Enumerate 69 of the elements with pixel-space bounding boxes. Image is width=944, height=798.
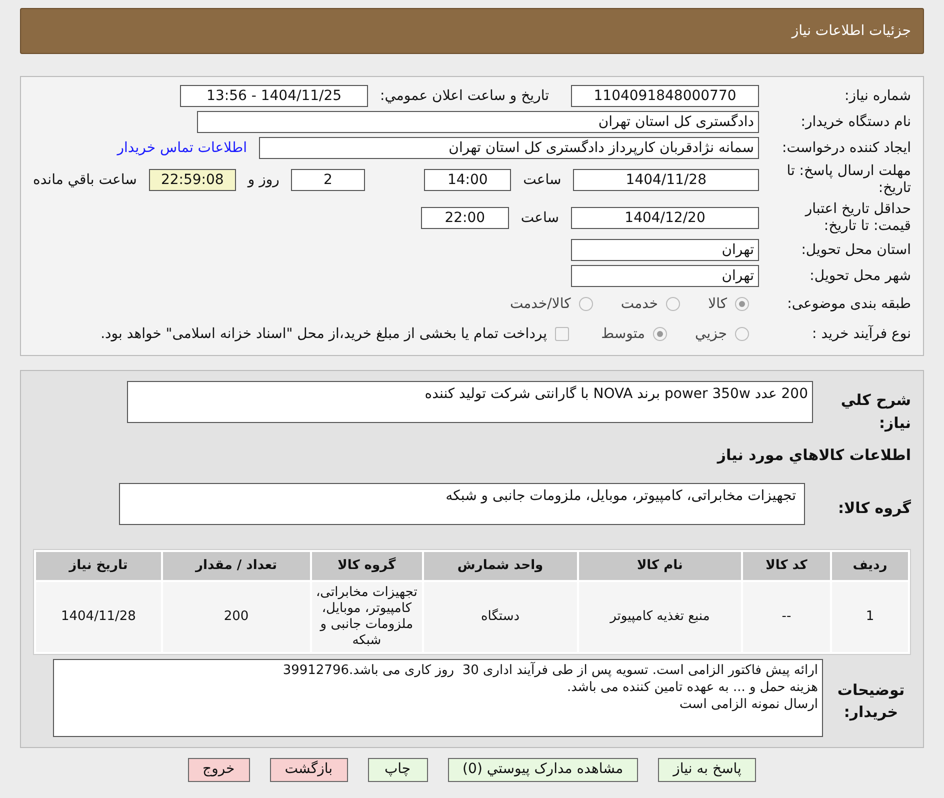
note-line: هزینه حمل و ... به عهده تامین کننده می باشد. [566, 678, 818, 696]
text-area[interactable]: ارائه پیش فاکتور الزامی است. تسویه پس از طی فرآیند اداری 30 روز کاری می باشد.39912796 هزینه حمل و ... به عهده تامین کننده می باشد. ارسال نمونه الزامی است [53, 658, 823, 736]
table-cell: 1404/11/28 [36, 582, 161, 652]
table-cell: تجهیزات مخابراتی، کامپیوتر، موبایل، ملزومات جانبی و شبکه [312, 582, 422, 652]
field-label: شماره نیاز: [844, 88, 911, 104]
field-label: پرداخت تمام یا بخشی از مبلغ خرید،از محل "اسناد خزانه اسلامی" خواهد بود. [100, 324, 548, 344]
column-header: تعداد / مقدار [162, 552, 310, 580]
column-header: رديف [832, 552, 908, 580]
field-label: تاریخ و ساعت اعلان عمومي: [380, 86, 549, 106]
field-label: گروه کالا: [837, 498, 911, 519]
field-label: نام دستگاه خريدار: [800, 114, 911, 130]
text-field[interactable]: تهران [571, 239, 759, 261]
action-button[interactable]: مشاهده مدارک پيوستي (0) [448, 758, 638, 782]
header-bar: جزئیات اطلاعات نیاز [20, 8, 924, 54]
table-cell: دستگاه [424, 582, 577, 652]
text-field[interactable]: 14:00 [424, 169, 512, 191]
table-cell: -- [743, 582, 830, 652]
note-line: ارسال نمونه الزامی است [678, 696, 818, 712]
action-button[interactable]: پاسخ به نياز [658, 758, 756, 782]
text-field[interactable]: 1404/12/20 [571, 207, 759, 229]
field-label: شهر محل تحويل: [808, 268, 911, 284]
checkbox[interactable] [555, 327, 570, 341]
table-cell: منبع تغذیه کامپیوتر [578, 582, 742, 652]
column-header: گروه کالا [312, 552, 422, 580]
field-label: ساعت باقي مانده [33, 170, 137, 190]
field-label: طبقه بندی موضوعی: [786, 296, 911, 312]
field-label: استان محل تحويل: [800, 242, 911, 258]
text-area[interactable]: 200 عدد power 350w برند NOVA با گارانتی شرکت تولید کننده [127, 381, 813, 423]
contact-link[interactable]: اطلاعات تماس خريدار [117, 138, 247, 158]
note-line: ارائه پیش فاکتور الزامی است. تسویه پس از طی فرآیند اداری 30 روز کاری می باشد.39912796 [282, 662, 818, 678]
table-cell: 200 [162, 582, 310, 652]
field-label: روز و [248, 170, 280, 190]
field-label: کالا [708, 294, 727, 314]
text-field[interactable]: 1404/11/28 [573, 169, 759, 191]
text-field[interactable]: 22:59:08 [148, 169, 236, 191]
text-field[interactable]: تهران [571, 265, 759, 287]
text-field[interactable]: 1404/11/25 - 13:56 [180, 85, 368, 107]
table-cell: 1 [832, 582, 908, 652]
text-field[interactable]: سمانه نژادقربان کارپرداز دادگستری کل استان تهران [259, 137, 759, 159]
field-label: ساعت [520, 208, 559, 228]
field-label: ايجاد کننده درخواست: [781, 140, 911, 156]
field-label: متوسط [601, 324, 646, 344]
radio-button[interactable] [666, 297, 680, 311]
section-title: اطلاعات کالاهاي مورد نياز [716, 445, 911, 466]
text-field[interactable]: 22:00 [420, 207, 509, 229]
field-label: توضيحات خريدار: [836, 680, 906, 723]
column-header: تاريخ نياز [36, 552, 161, 580]
action-button[interactable]: خروج [188, 758, 250, 782]
column-header: واحد شمارش [424, 552, 577, 580]
field-label: شرح کلي نياز: [840, 390, 911, 434]
field-label: کالا/خدمت [510, 294, 571, 314]
text-field[interactable]: دادگستری کل استان تهران [197, 111, 759, 133]
field-label: ساعت [523, 170, 562, 190]
radio-button[interactable] [578, 297, 593, 311]
column-header: کد کالا [743, 552, 830, 580]
field-label: جزيي [695, 324, 727, 344]
action-button[interactable]: چاپ [368, 758, 428, 782]
field-label: حداقل تاريخ اعتبار قيمت: تا تاريخ: [804, 201, 911, 235]
text-field[interactable]: 1104091848000770 [571, 85, 759, 107]
field-label: خدمت [620, 294, 658, 314]
text-area[interactable]: تجهیزات مخابراتی، کامپیوتر، موبایل، ملزومات جانبی و شبکه [119, 482, 805, 524]
text-field[interactable]: 2 [291, 169, 365, 191]
column-header: نام کالا [578, 552, 742, 580]
radio-button[interactable] [735, 327, 749, 341]
radio-button[interactable] [653, 327, 668, 341]
field-label: مهلت ارسال پاسخ: تا تاريخ: [786, 163, 911, 197]
action-button[interactable]: بازگشت [270, 758, 348, 782]
radio-button[interactable] [735, 297, 749, 311]
field-label: نوع فرآيند خريد : [811, 326, 911, 342]
